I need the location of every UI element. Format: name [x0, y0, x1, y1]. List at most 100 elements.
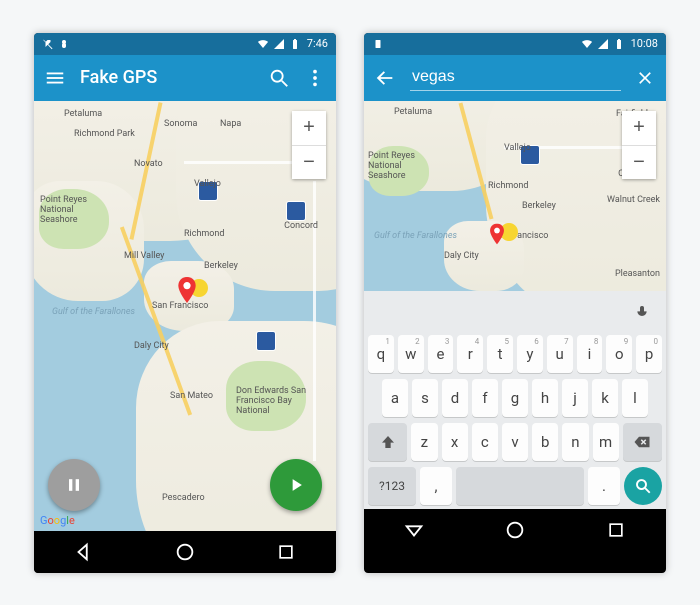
wifi-icon	[257, 38, 269, 50]
zoom-in-button[interactable]: +	[292, 111, 326, 145]
gps-pin-icon	[490, 223, 504, 244]
app-title: Fake GPS	[80, 67, 254, 88]
status-bar: 7:46	[34, 33, 336, 55]
back-button[interactable]	[401, 517, 427, 543]
key-a[interactable]: a	[382, 379, 408, 417]
clear-button[interactable]	[635, 67, 655, 89]
zoom-in-button[interactable]: +	[622, 111, 656, 145]
overflow-icon	[304, 67, 326, 89]
key-d[interactable]: d	[442, 379, 468, 417]
symbols-key[interactable]: ?123	[368, 467, 416, 505]
clock: 10:08	[631, 37, 658, 50]
city-label: Walnut Creek	[607, 195, 660, 205]
gps-pin-icon	[178, 277, 196, 303]
recents-button[interactable]	[273, 539, 299, 565]
cell-icon	[273, 38, 285, 50]
key-e[interactable]: e3	[428, 335, 454, 373]
backspace-icon	[633, 433, 651, 451]
key-v[interactable]: v	[502, 423, 528, 461]
key-p[interactable]: p0	[636, 335, 662, 373]
key-f[interactable]: f	[472, 379, 498, 417]
hamburger-icon	[44, 67, 66, 89]
wifi-icon	[581, 38, 593, 50]
city-label: Point Reyes National Seashore	[40, 195, 110, 225]
key-x[interactable]: x	[442, 423, 468, 461]
back-icon	[73, 541, 95, 563]
pause-fab[interactable]	[48, 459, 100, 511]
key-r[interactable]: r4	[457, 335, 483, 373]
city-label: Vallejo	[194, 179, 221, 189]
back-button[interactable]	[71, 539, 97, 565]
hwy-shield-icon	[256, 331, 276, 351]
zoom-out-button[interactable]: −	[292, 145, 326, 179]
nav-bar	[364, 509, 666, 551]
key-s[interactable]: s	[412, 379, 438, 417]
play-fab[interactable]	[270, 459, 322, 511]
key-c[interactable]: c	[472, 423, 498, 461]
key-t[interactable]: t5	[487, 335, 513, 373]
play-icon	[286, 475, 306, 495]
zoom-out-button[interactable]: −	[622, 145, 656, 179]
city-label: Novato	[134, 159, 163, 169]
sea-label: Gulf of the Farallones	[374, 231, 457, 241]
home-button[interactable]	[502, 517, 528, 543]
comma-key[interactable]: ,	[420, 467, 452, 505]
key-y[interactable]: y6	[517, 335, 543, 373]
hwy-shield-icon	[286, 201, 306, 221]
key-z[interactable]: z	[411, 423, 437, 461]
key-q[interactable]: q1	[368, 335, 394, 373]
key-b[interactable]: b	[532, 423, 558, 461]
search-input[interactable]	[410, 64, 621, 91]
keyboard: q1w2e3r4t5y6u7i8o9p0 asdfghjkl zxcvbnm ?…	[364, 291, 666, 509]
overflow-button[interactable]	[304, 67, 326, 89]
map[interactable]: Petaluma Fairfield Vallejo Point Reyes N…	[364, 101, 666, 291]
key-l[interactable]: l	[622, 379, 648, 417]
search-icon	[634, 477, 652, 495]
close-icon	[635, 68, 655, 88]
city-label: Daly City	[444, 251, 479, 261]
back-down-icon	[403, 519, 425, 541]
key-k[interactable]: k	[592, 379, 618, 417]
space-key[interactable]	[456, 467, 584, 505]
key-u[interactable]: u7	[547, 335, 573, 373]
home-icon	[504, 519, 526, 541]
search-icon	[268, 67, 290, 89]
backspace-key[interactable]	[623, 423, 662, 461]
recents-icon	[276, 542, 296, 562]
arrow-left-icon	[374, 67, 396, 89]
key-g[interactable]: g	[502, 379, 528, 417]
key-n[interactable]: n	[562, 423, 588, 461]
period-key[interactable]: .	[588, 467, 620, 505]
shift-key[interactable]	[368, 423, 407, 461]
key-o[interactable]: o9	[606, 335, 632, 373]
map[interactable]: Petaluma Richmond Park Sonoma Napa Point…	[34, 101, 336, 531]
app-bar: Fake GPS	[34, 55, 336, 101]
key-j[interactable]: j	[562, 379, 588, 417]
sea-label: Gulf of the Farallones	[52, 307, 135, 317]
home-button[interactable]	[172, 539, 198, 565]
nosim-icon	[372, 38, 384, 50]
recents-button[interactable]	[603, 517, 629, 543]
pause-icon	[64, 475, 84, 495]
search-key[interactable]	[624, 467, 662, 505]
mic-icon[interactable]	[634, 304, 650, 320]
zoom-controls: + −	[622, 111, 656, 179]
shift-icon	[380, 434, 396, 450]
key-h[interactable]: h	[532, 379, 558, 417]
city-label: Richmond	[184, 229, 224, 239]
search-button[interactable]	[268, 67, 290, 89]
menu-button[interactable]	[44, 67, 66, 89]
back-arrow-button[interactable]	[374, 67, 396, 89]
clock: 7:46	[307, 37, 328, 50]
city-label: Pescadero	[162, 493, 205, 503]
suggestion-bar	[368, 295, 662, 329]
zoom-controls: + −	[292, 111, 326, 179]
key-w[interactable]: w2	[398, 335, 424, 373]
city-label: Daly City	[134, 341, 169, 351]
city-label: Vallejo	[504, 143, 531, 153]
city-label: Point Reyes National Seashore	[368, 151, 438, 181]
city-label: Pleasanton	[615, 269, 660, 279]
city-label: Sonoma	[164, 119, 197, 129]
key-i[interactable]: i8	[577, 335, 603, 373]
key-m[interactable]: m	[593, 423, 619, 461]
